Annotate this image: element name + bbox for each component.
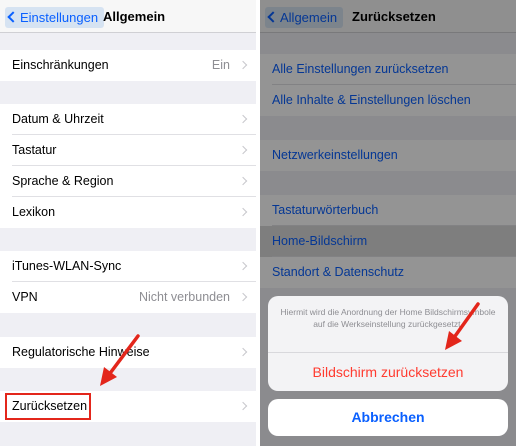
annotation-arrow-right: [445, 302, 480, 350]
annotation-arrow-left: [100, 334, 140, 386]
general-settings-screen: Einstellungen Allgemein Einschränkungen …: [0, 0, 256, 446]
reset-screen: Allgemein Zurücksetzen Alle Einstellunge…: [260, 0, 516, 446]
